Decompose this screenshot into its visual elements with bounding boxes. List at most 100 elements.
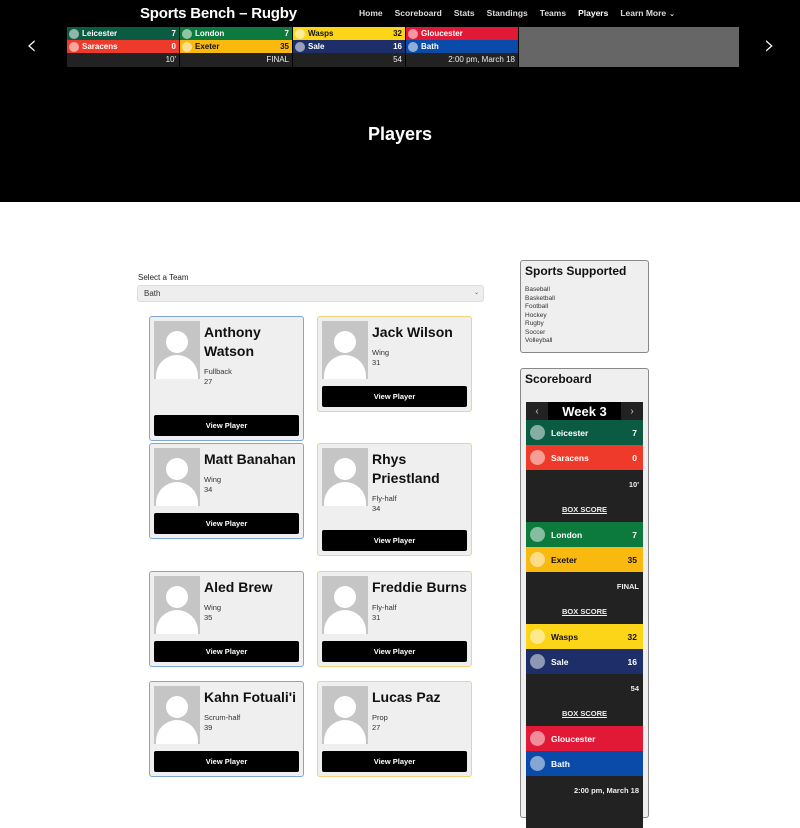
ticker-game[interactable]: Wasps 32 Sale 16 54 [293, 27, 405, 67]
player-number: 31 [372, 613, 381, 622]
scoreboard-game: Gloucester Bath 2:00 pm, March 18 [526, 726, 643, 828]
team-logo-icon [295, 41, 305, 52]
team-logo-icon [182, 28, 192, 39]
player-number: 31 [372, 358, 381, 367]
ticker-game[interactable]: Gloucester Bath 2:00 pm, March 18 [406, 27, 518, 67]
player-card: Kahn Fotuali'i Scrum-half 39 View Player [149, 681, 304, 777]
team-score: 7 [632, 529, 637, 540]
team-name[interactable]: Wasps [551, 632, 628, 642]
nav-standings[interactable]: Standings [487, 8, 528, 18]
team-name[interactable]: Leicester [551, 428, 632, 438]
scoreboard-game: Leicester 7 Saracens 0 10' BOX SCORE [526, 420, 643, 522]
player-name[interactable]: Jack Wilson [372, 323, 470, 342]
team-name: Bath [421, 42, 439, 51]
view-player-button[interactable]: View Player [322, 386, 467, 407]
nav-teams[interactable]: Teams [540, 8, 566, 18]
ticker-empty-slot [519, 27, 739, 67]
team-logo-icon [530, 450, 545, 465]
view-player-button[interactable]: View Player [322, 641, 467, 662]
nav-players[interactable]: Players [578, 8, 608, 18]
avatar-body [324, 482, 366, 506]
player-name[interactable]: Anthony Watson [204, 323, 302, 361]
scoreboard-team-row: Leicester 7 [526, 420, 643, 445]
team-score: 0 [632, 452, 637, 463]
sport-item[interactable]: Baseball [525, 286, 648, 295]
team-select-value: Bath [144, 289, 161, 298]
game-status: 54 [293, 53, 405, 67]
score-ticker: Leicester 7 Saracens 0 10' London 7 Exeter 35 FIN… [67, 27, 739, 67]
main-nav: Home Scoreboard Stats Standings Teams Pl… [359, 8, 687, 18]
ticker-next-icon[interactable]: › [764, 30, 775, 60]
sport-item[interactable]: Volleyball [525, 337, 648, 346]
box-score-link[interactable]: BOX SCORE [526, 607, 643, 616]
team-logo-icon [530, 552, 545, 567]
sport-item[interactable]: Rugby [525, 320, 648, 329]
sport-item[interactable]: Hockey [525, 312, 648, 321]
player-name[interactable]: Matt Banahan [204, 450, 302, 469]
team-name: Wasps [308, 29, 334, 38]
scoreboard-team-row: London 7 [526, 522, 643, 547]
team-score: 0 [171, 42, 176, 51]
team-logo-icon [408, 28, 418, 39]
nav-learn-more[interactable]: Learn More ⌄ [620, 8, 675, 18]
sport-item[interactable]: Basketball [525, 295, 648, 304]
view-player-button[interactable]: View Player [322, 751, 467, 772]
player-name[interactable]: Rhys Priestland [372, 450, 470, 488]
avatar-placeholder-icon [322, 448, 368, 506]
team-logo-icon [69, 41, 79, 52]
avatar-head [166, 586, 188, 608]
view-player-button[interactable]: View Player [154, 641, 299, 662]
scoreboard-status: 54 BOX SCORE [526, 674, 643, 726]
player-position: Prop [372, 713, 388, 722]
week-next-icon[interactable]: › [621, 402, 643, 421]
scoreboard-team-row: Saracens 0 [526, 445, 643, 470]
ticker-prev-icon[interactable]: ‹ [26, 30, 37, 60]
team-select[interactable]: Bath ⌄ [137, 285, 484, 302]
player-name[interactable]: Aled Brew [204, 578, 302, 597]
avatar-head [166, 696, 188, 718]
week-prev-icon[interactable]: ‹ [526, 402, 548, 421]
nav-learn-more-label: Learn More [620, 8, 667, 18]
player-number: 35 [204, 613, 213, 622]
team-name: London [195, 29, 225, 38]
avatar-head [334, 586, 356, 608]
nav-stats[interactable]: Stats [454, 8, 475, 18]
scoreboard-team-row: Wasps 32 [526, 624, 643, 649]
game-status: FINAL [616, 582, 639, 591]
nav-home[interactable]: Home [359, 8, 383, 18]
ticker-game[interactable]: London 7 Exeter 35 FINAL [180, 27, 292, 67]
box-score-link[interactable]: BOX SCORE [526, 709, 643, 718]
team-score: 35 [280, 42, 289, 51]
sport-item[interactable]: Soccer [525, 329, 648, 338]
ticker-game[interactable]: Leicester 7 Saracens 0 10' [67, 27, 179, 67]
team-name[interactable]: Sale [551, 657, 628, 667]
site-title[interactable]: Sports Bench – Rugby [140, 5, 297, 22]
nav-scoreboard[interactable]: Scoreboard [395, 8, 442, 18]
box-score-link[interactable]: BOX SCORE [526, 505, 643, 514]
view-player-button[interactable]: View Player [154, 415, 299, 436]
view-player-button[interactable]: View Player [154, 513, 299, 534]
scoreboard-title: Scoreboard [525, 372, 592, 386]
player-name[interactable]: Lucas Paz [372, 688, 470, 707]
avatar-body [156, 482, 198, 506]
team-name: Gloucester [421, 29, 463, 38]
team-name[interactable]: Saracens [551, 453, 632, 463]
player-name[interactable]: Kahn Fotuali'i [204, 688, 302, 707]
team-name[interactable]: London [551, 530, 632, 540]
sports-list: Baseball Basketball Football Hockey Rugb… [525, 286, 648, 346]
ticker-team-row: Sale 16 [293, 40, 405, 53]
view-player-button[interactable]: View Player [322, 530, 467, 551]
player-card: Rhys Priestland Fly-half 34 View Player [317, 443, 472, 556]
ticker-team-row: London 7 [180, 27, 292, 40]
team-name[interactable]: Exeter [551, 555, 628, 565]
sport-item[interactable]: Football [525, 303, 648, 312]
avatar-head [334, 458, 356, 480]
team-logo-icon [530, 629, 545, 644]
player-name[interactable]: Freddie Burns [372, 578, 470, 597]
team-name[interactable]: Bath [551, 759, 637, 769]
view-player-button[interactable]: View Player [154, 751, 299, 772]
team-score: 16 [627, 656, 637, 667]
team-score: 35 [627, 554, 637, 565]
scoreboard-status: FINAL BOX SCORE [526, 572, 643, 624]
team-name[interactable]: Gloucester [551, 734, 637, 744]
